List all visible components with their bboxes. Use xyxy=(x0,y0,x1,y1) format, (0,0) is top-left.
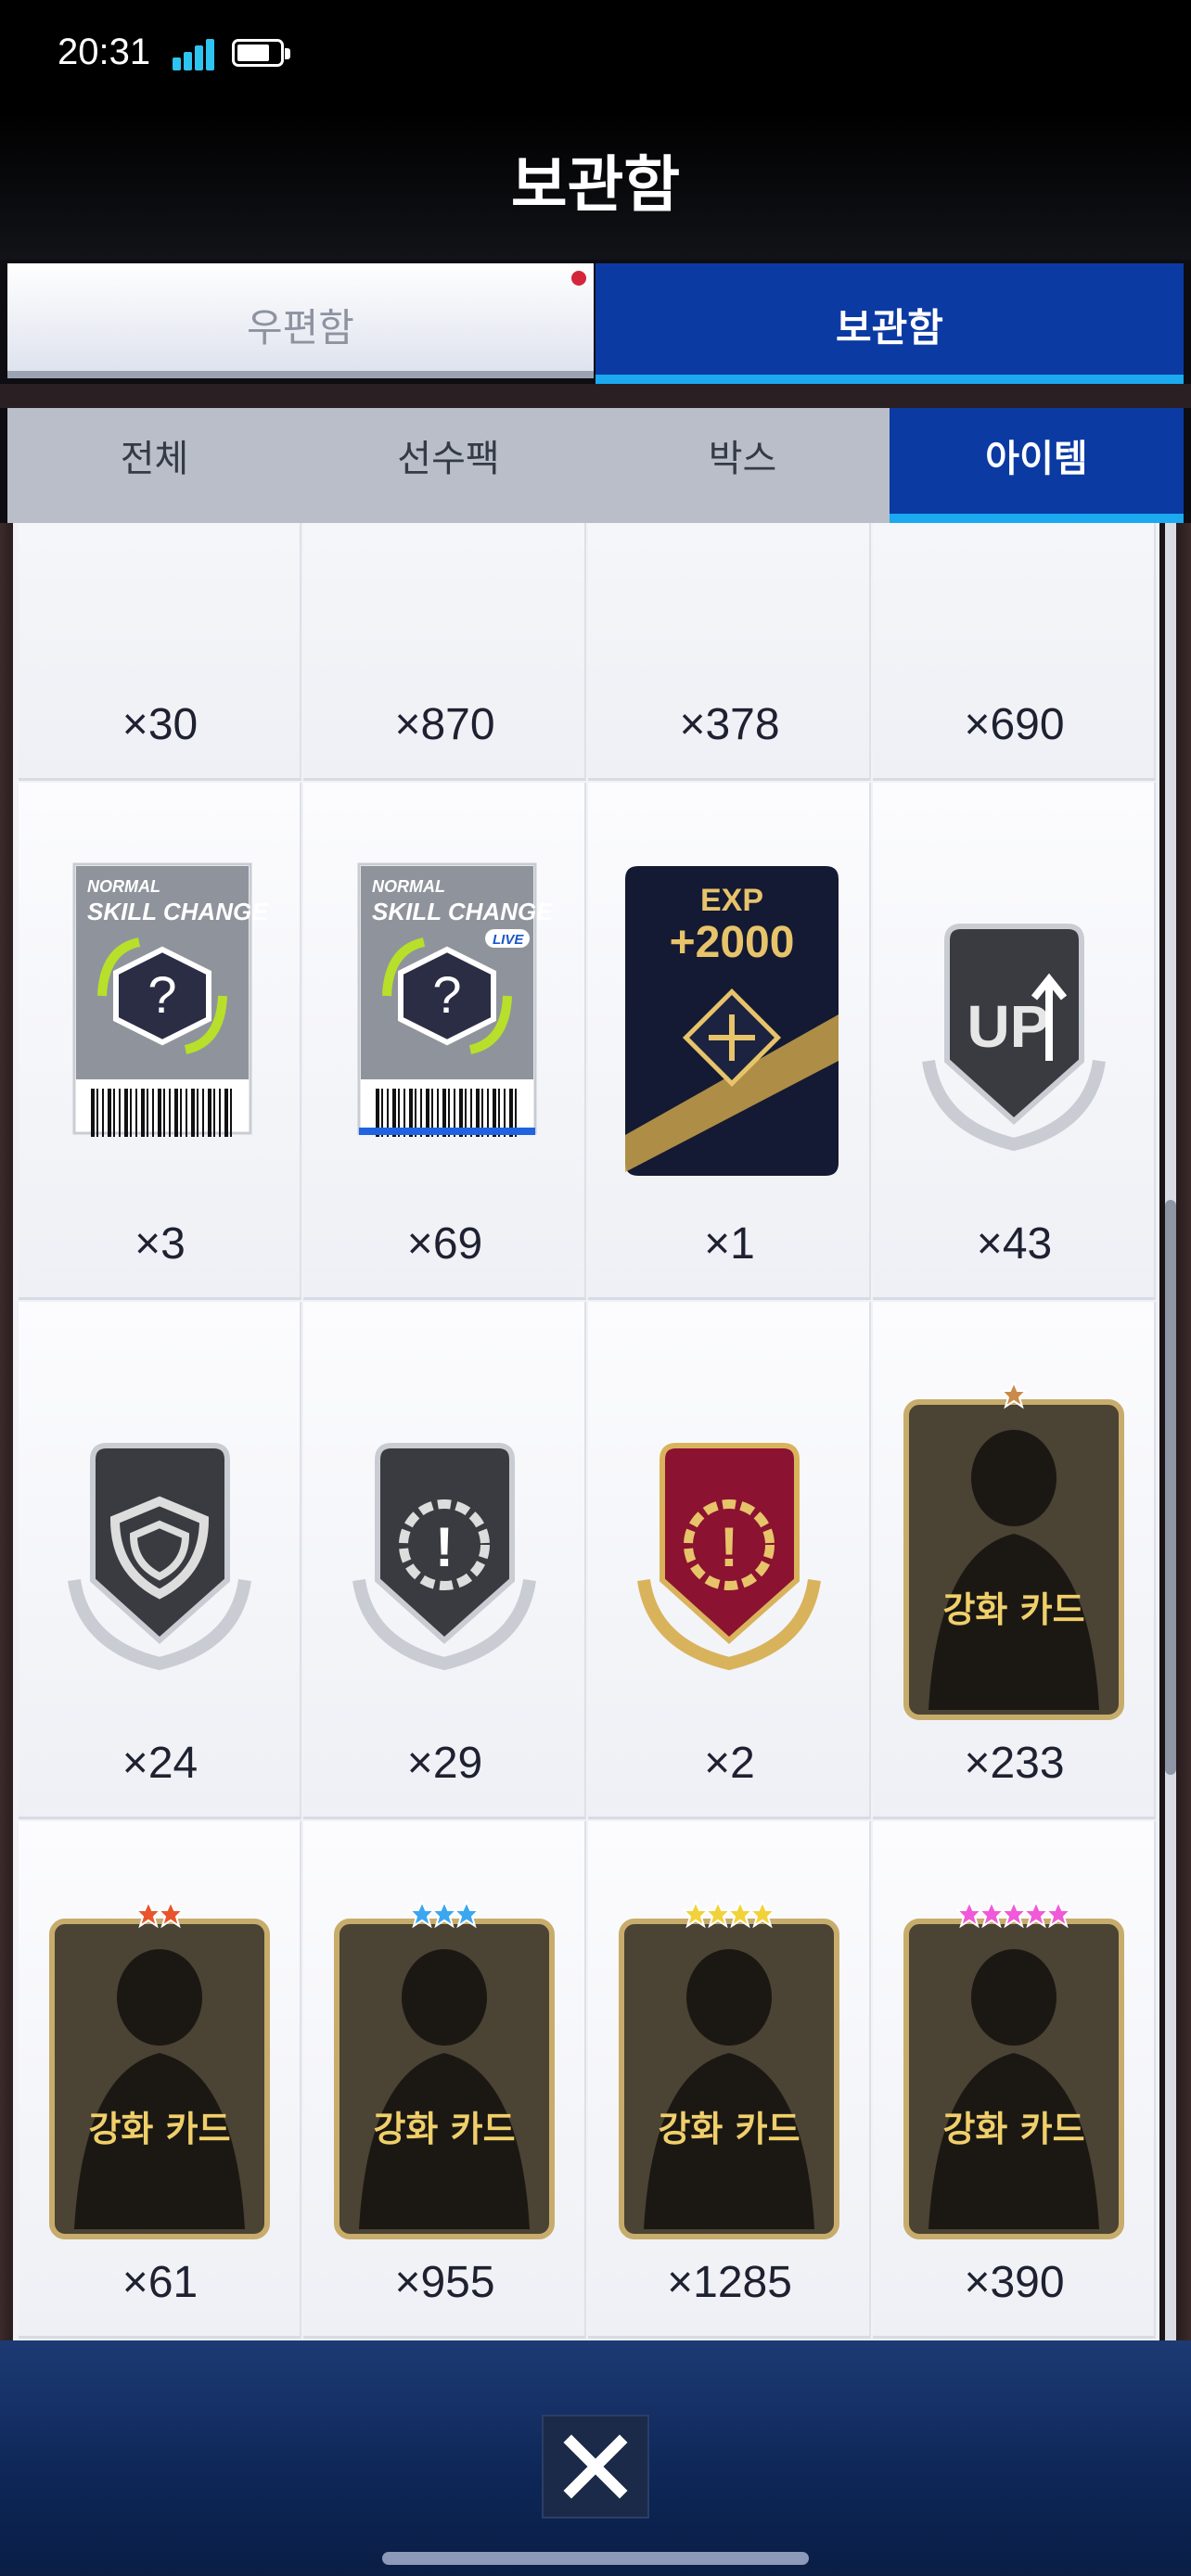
signal-icon xyxy=(173,37,221,70)
svg-text:!: ! xyxy=(435,1516,454,1578)
item-cell[interactable]: ! ×29 xyxy=(303,1302,586,1819)
svg-text:!: ! xyxy=(720,1516,738,1578)
item-cell[interactable]: ×24 xyxy=(19,1302,301,1819)
item-cell[interactable]: ×30 xyxy=(19,523,301,781)
item-count: ×690 xyxy=(964,700,1065,749)
svg-text:NORMAL: NORMAL xyxy=(372,877,445,896)
svg-text:UP: UP xyxy=(967,993,1050,1060)
svg-text:강화 카드: 강화 카드 xyxy=(658,2109,800,2149)
item-cell[interactable]: 강화 카드 ×61 xyxy=(19,1821,301,2339)
svg-text:SKILL CHANGE: SKILL CHANGE xyxy=(87,898,268,925)
item-count: ×378 xyxy=(679,700,780,749)
item-count: ×30 xyxy=(122,700,198,749)
svg-text:NORMAL: NORMAL xyxy=(87,877,160,896)
scroll-thumb[interactable] xyxy=(1165,1200,1176,1775)
item-count: ×61 xyxy=(122,2258,198,2307)
close-button[interactable] xyxy=(542,2415,649,2519)
tab-box[interactable]: 박스 xyxy=(596,408,890,523)
page-title: 보관함 xyxy=(510,149,681,221)
home-indicator xyxy=(382,2552,809,2565)
svg-text:?: ? xyxy=(432,965,461,1024)
item-count: ×1 xyxy=(704,1219,755,1269)
tab-mailbox[interactable]: 우편함 xyxy=(7,263,594,378)
battery-icon xyxy=(232,39,293,70)
item-count: ×390 xyxy=(964,2258,1065,2307)
svg-text:+2000: +2000 xyxy=(670,918,795,967)
tab-storage-label: 보관함 xyxy=(836,305,943,351)
item-count: ×233 xyxy=(964,1739,1065,1788)
item-cell[interactable]: UP ×43 xyxy=(873,783,1156,1300)
tab-item[interactable]: 아이템 xyxy=(890,408,1184,523)
divider xyxy=(0,384,1191,408)
item-cell[interactable]: NORMAL SKILL CHANGE ? ×3 xyxy=(19,783,301,1300)
item-cell[interactable]: NORMAL SKILL CHANGE LIVE ? ×69 xyxy=(303,783,586,1300)
tab-all[interactable]: 전체 xyxy=(7,408,301,523)
item-cell[interactable]: ×690 xyxy=(873,523,1156,781)
item-cell[interactable]: ! ×2 xyxy=(588,1302,871,1819)
item-count: ×29 xyxy=(406,1739,483,1788)
item-count: ×870 xyxy=(394,700,495,749)
svg-text:SKILL CHANGE: SKILL CHANGE xyxy=(372,898,553,925)
status-bar: 20:31 xyxy=(0,0,1191,111)
item-count: ×3 xyxy=(134,1219,186,1269)
item-cell[interactable]: ×870 xyxy=(303,523,586,781)
item-count: ×2 xyxy=(704,1739,755,1788)
svg-text:강화 카드: 강화 카드 xyxy=(373,2109,515,2149)
svg-text:강화 카드: 강화 카드 xyxy=(942,2109,1084,2149)
item-cell[interactable]: 강화 카드 ×1285 xyxy=(588,1821,871,2339)
notification-dot xyxy=(571,271,586,286)
svg-text:EXP: EXP xyxy=(700,883,763,918)
item-count: ×1285 xyxy=(667,2258,792,2307)
main-tab-bar: 우편함 보관함 xyxy=(7,263,1184,384)
status-time: 20:31 xyxy=(58,32,151,72)
tab-storage[interactable]: 보관함 xyxy=(596,263,1184,384)
close-icon xyxy=(563,2434,628,2499)
scrollbar[interactable] xyxy=(1165,523,1176,2340)
item-cell[interactable]: 강화 카드 ×390 xyxy=(873,1821,1156,2339)
svg-text:강화 카드: 강화 카드 xyxy=(942,1589,1084,1630)
header: 보관함 xyxy=(0,111,1191,260)
item-cell[interactable]: 강화 카드 ×233 xyxy=(873,1302,1156,1819)
item-cell[interactable]: 강화 카드 ×955 xyxy=(303,1821,586,2339)
item-grid-viewport[interactable]: ×30 ×870 ×378 ×690 NORMAL SKILL CHANGE ? ×3… xyxy=(0,523,1191,2340)
svg-text:강화 카드: 강화 카드 xyxy=(88,2109,230,2149)
item-cell[interactable]: EXP +2000 ×1 xyxy=(588,783,871,1300)
svg-text:LIVE: LIVE xyxy=(493,932,524,948)
category-tab-bar: 전체 선수팩 박스 아이템 xyxy=(7,408,1184,523)
item-count: ×955 xyxy=(394,2258,495,2307)
tab-mailbox-label: 우편함 xyxy=(247,305,354,351)
tab-player-pack[interactable]: 선수팩 xyxy=(301,408,596,523)
footer xyxy=(0,2340,1191,2576)
item-count: ×69 xyxy=(406,1219,483,1269)
item-cell[interactable]: ×378 xyxy=(588,523,871,781)
svg-text:?: ? xyxy=(147,965,176,1024)
item-count: ×43 xyxy=(976,1219,1053,1269)
item-count: ×24 xyxy=(122,1739,198,1788)
